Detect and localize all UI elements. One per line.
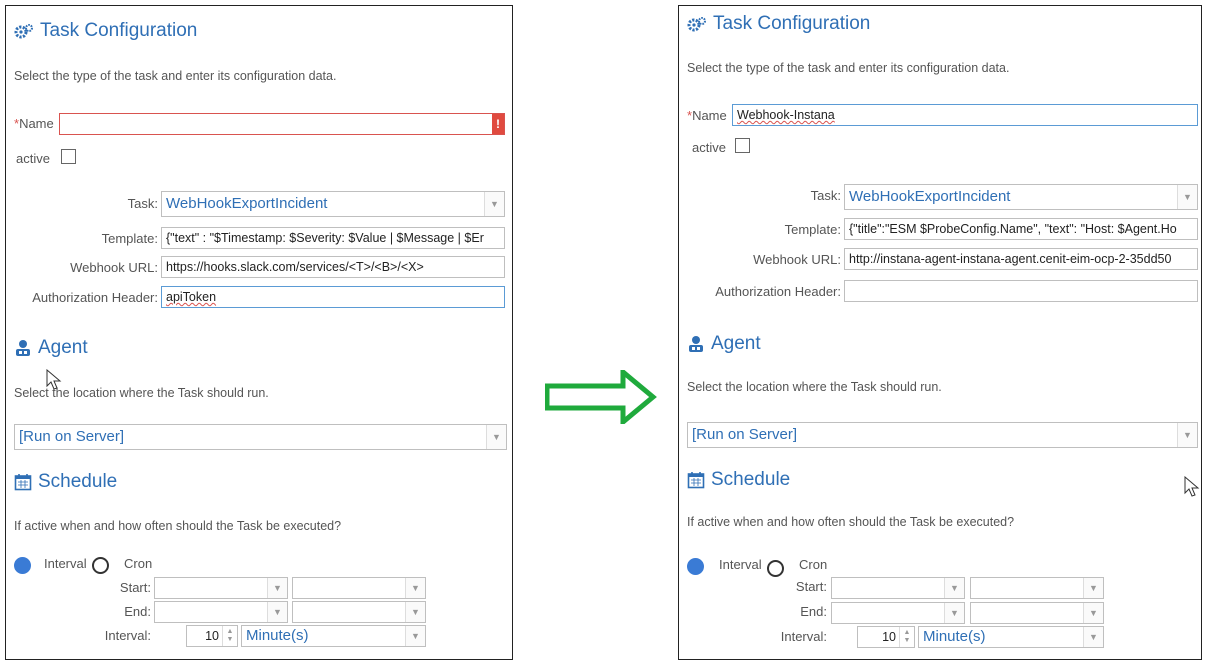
chevron-down-icon: ▼ bbox=[486, 425, 506, 449]
gears-icon bbox=[687, 17, 706, 32]
chevron-down-icon: ▼ bbox=[1083, 578, 1103, 598]
schedule-heading: Schedule bbox=[687, 469, 790, 491]
interval-unit-select[interactable]: Minute(s) ▼ bbox=[241, 625, 426, 647]
task-config-desc: Select the type of the task and enter it… bbox=[14, 69, 337, 83]
end-label: End: bbox=[800, 604, 827, 619]
gears-icon bbox=[14, 24, 33, 39]
start-date-select[interactable]: ▼ bbox=[154, 577, 288, 599]
auth-header-label: Authorization Header: bbox=[32, 290, 158, 305]
mouse-pointer-icon bbox=[46, 369, 62, 390]
start-time-select[interactable]: ▼ bbox=[970, 577, 1104, 599]
calendar-icon bbox=[687, 472, 705, 489]
interval-option-label: Interval bbox=[44, 556, 87, 571]
interval-label: Interval: bbox=[104, 628, 151, 643]
agent-select[interactable]: [Run on Server] ▼ bbox=[687, 422, 1198, 448]
right-panel: Task Configuration Select the type of th… bbox=[678, 5, 1202, 660]
active-label: active bbox=[16, 151, 50, 166]
task-config-heading: Task Configuration bbox=[14, 20, 197, 42]
error-icon: ! bbox=[492, 114, 504, 134]
template-label: Template: bbox=[784, 222, 841, 237]
agent-title: Agent bbox=[38, 337, 88, 358]
chevron-down-icon: ▼ bbox=[1177, 185, 1197, 209]
end-time-select[interactable]: ▼ bbox=[970, 602, 1104, 624]
schedule-title: Schedule bbox=[38, 471, 118, 492]
start-label: Start: bbox=[795, 579, 827, 594]
cron-option-label: Cron bbox=[799, 557, 828, 572]
interval-stepper[interactable]: 10 ▲ ▼ bbox=[857, 626, 915, 648]
chevron-down-icon: ▼ bbox=[484, 192, 504, 216]
chevron-down-icon: ▼ bbox=[267, 602, 287, 622]
task-config-title: Task Configuration bbox=[713, 13, 871, 34]
chevron-down-icon: ▼ bbox=[405, 602, 425, 622]
chevron-down-icon: ▼ bbox=[405, 578, 425, 598]
chevron-down-icon: ▼ bbox=[944, 603, 964, 623]
chevron-down-icon: ▼ bbox=[1083, 627, 1103, 647]
start-time-select[interactable]: ▼ bbox=[292, 577, 426, 599]
task-config-title: Task Configuration bbox=[40, 20, 198, 41]
calendar-icon bbox=[14, 474, 32, 491]
template-label: Template: bbox=[101, 231, 158, 246]
chevron-down-icon: ▼ bbox=[944, 578, 964, 598]
interval-option-label: Interval bbox=[719, 557, 762, 572]
chevron-down-icon: ▼ bbox=[1177, 423, 1197, 447]
interval-unit-select[interactable]: Minute(s) ▼ bbox=[918, 626, 1104, 648]
webhook-url-label: Webhook URL: bbox=[753, 252, 841, 267]
stepper-arrows-icon: ▲ ▼ bbox=[222, 626, 237, 646]
name-input[interactable]: ! bbox=[59, 113, 505, 135]
auth-header-input[interactable] bbox=[844, 280, 1198, 302]
left-panel: Task Configuration Select the type of th… bbox=[5, 5, 513, 660]
name-input[interactable]: Webhook-Instana bbox=[732, 104, 1198, 126]
webhook-url-input[interactable]: https://hooks.slack.com/services/<T>/<B>… bbox=[161, 256, 505, 278]
active-checkbox[interactable] bbox=[61, 149, 76, 164]
schedule-title: Schedule bbox=[711, 469, 791, 490]
task-select[interactable]: WebHookExportIncident ▼ bbox=[844, 184, 1198, 210]
task-config-desc: Select the type of the task and enter it… bbox=[687, 61, 1010, 75]
stepper-arrows-icon: ▲ ▼ bbox=[899, 627, 914, 647]
agent-title: Agent bbox=[711, 333, 761, 354]
end-time-select[interactable]: ▼ bbox=[292, 601, 426, 623]
interval-stepper[interactable]: 10 ▲ ▼ bbox=[186, 625, 238, 647]
template-input[interactable]: {"text" : "$Timestamp: $Severity: $Value… bbox=[161, 227, 505, 249]
cron-radio[interactable] bbox=[767, 560, 784, 577]
task-label: Task: bbox=[810, 188, 841, 203]
start-date-select[interactable]: ▼ bbox=[831, 577, 965, 599]
agent-heading: Agent bbox=[14, 337, 88, 359]
template-input[interactable]: {"title":"ESM $ProbeConfig.Name", "text"… bbox=[844, 218, 1198, 240]
end-label: End: bbox=[124, 604, 151, 619]
chevron-down-icon: ▼ bbox=[405, 626, 425, 646]
agent-icon bbox=[689, 336, 703, 352]
active-checkbox[interactable] bbox=[735, 138, 750, 153]
webhook-url-input[interactable]: http://instana-agent-instana-agent.cenit… bbox=[844, 248, 1198, 270]
active-label: active bbox=[692, 140, 726, 155]
end-date-select[interactable]: ▼ bbox=[154, 601, 288, 623]
task-label: Task: bbox=[127, 196, 158, 211]
schedule-desc: If active when and how often should the … bbox=[687, 515, 1015, 529]
start-label: Start: bbox=[119, 580, 151, 595]
task-config-heading: Task Configuration bbox=[687, 13, 870, 35]
webhook-url-label: Webhook URL: bbox=[70, 260, 158, 275]
cron-option-label: Cron bbox=[124, 556, 153, 571]
interval-radio[interactable] bbox=[14, 557, 31, 574]
auth-header-input[interactable]: apiToken bbox=[161, 286, 505, 308]
cron-radio[interactable] bbox=[92, 557, 109, 574]
name-label: *Name bbox=[687, 108, 727, 123]
end-date-select[interactable]: ▼ bbox=[831, 602, 965, 624]
auth-header-label: Authorization Header: bbox=[715, 284, 841, 299]
agent-desc: Select the location where the Task shoul… bbox=[687, 380, 942, 394]
right-arrow-icon bbox=[545, 370, 657, 424]
agent-icon bbox=[16, 340, 30, 356]
task-select[interactable]: WebHookExportIncident ▼ bbox=[161, 191, 505, 217]
agent-heading: Agent bbox=[687, 333, 761, 355]
chevron-down-icon: ▼ bbox=[1083, 603, 1103, 623]
agent-select[interactable]: [Run on Server] ▼ bbox=[14, 424, 507, 450]
name-label: *Name bbox=[14, 116, 54, 131]
interval-label: Interval: bbox=[780, 629, 827, 644]
chevron-down-icon: ▼ bbox=[267, 578, 287, 598]
schedule-heading: Schedule bbox=[14, 471, 117, 493]
mouse-pointer-icon bbox=[1184, 476, 1200, 497]
interval-radio[interactable] bbox=[687, 558, 704, 575]
schedule-desc: If active when and how often should the … bbox=[14, 519, 342, 533]
